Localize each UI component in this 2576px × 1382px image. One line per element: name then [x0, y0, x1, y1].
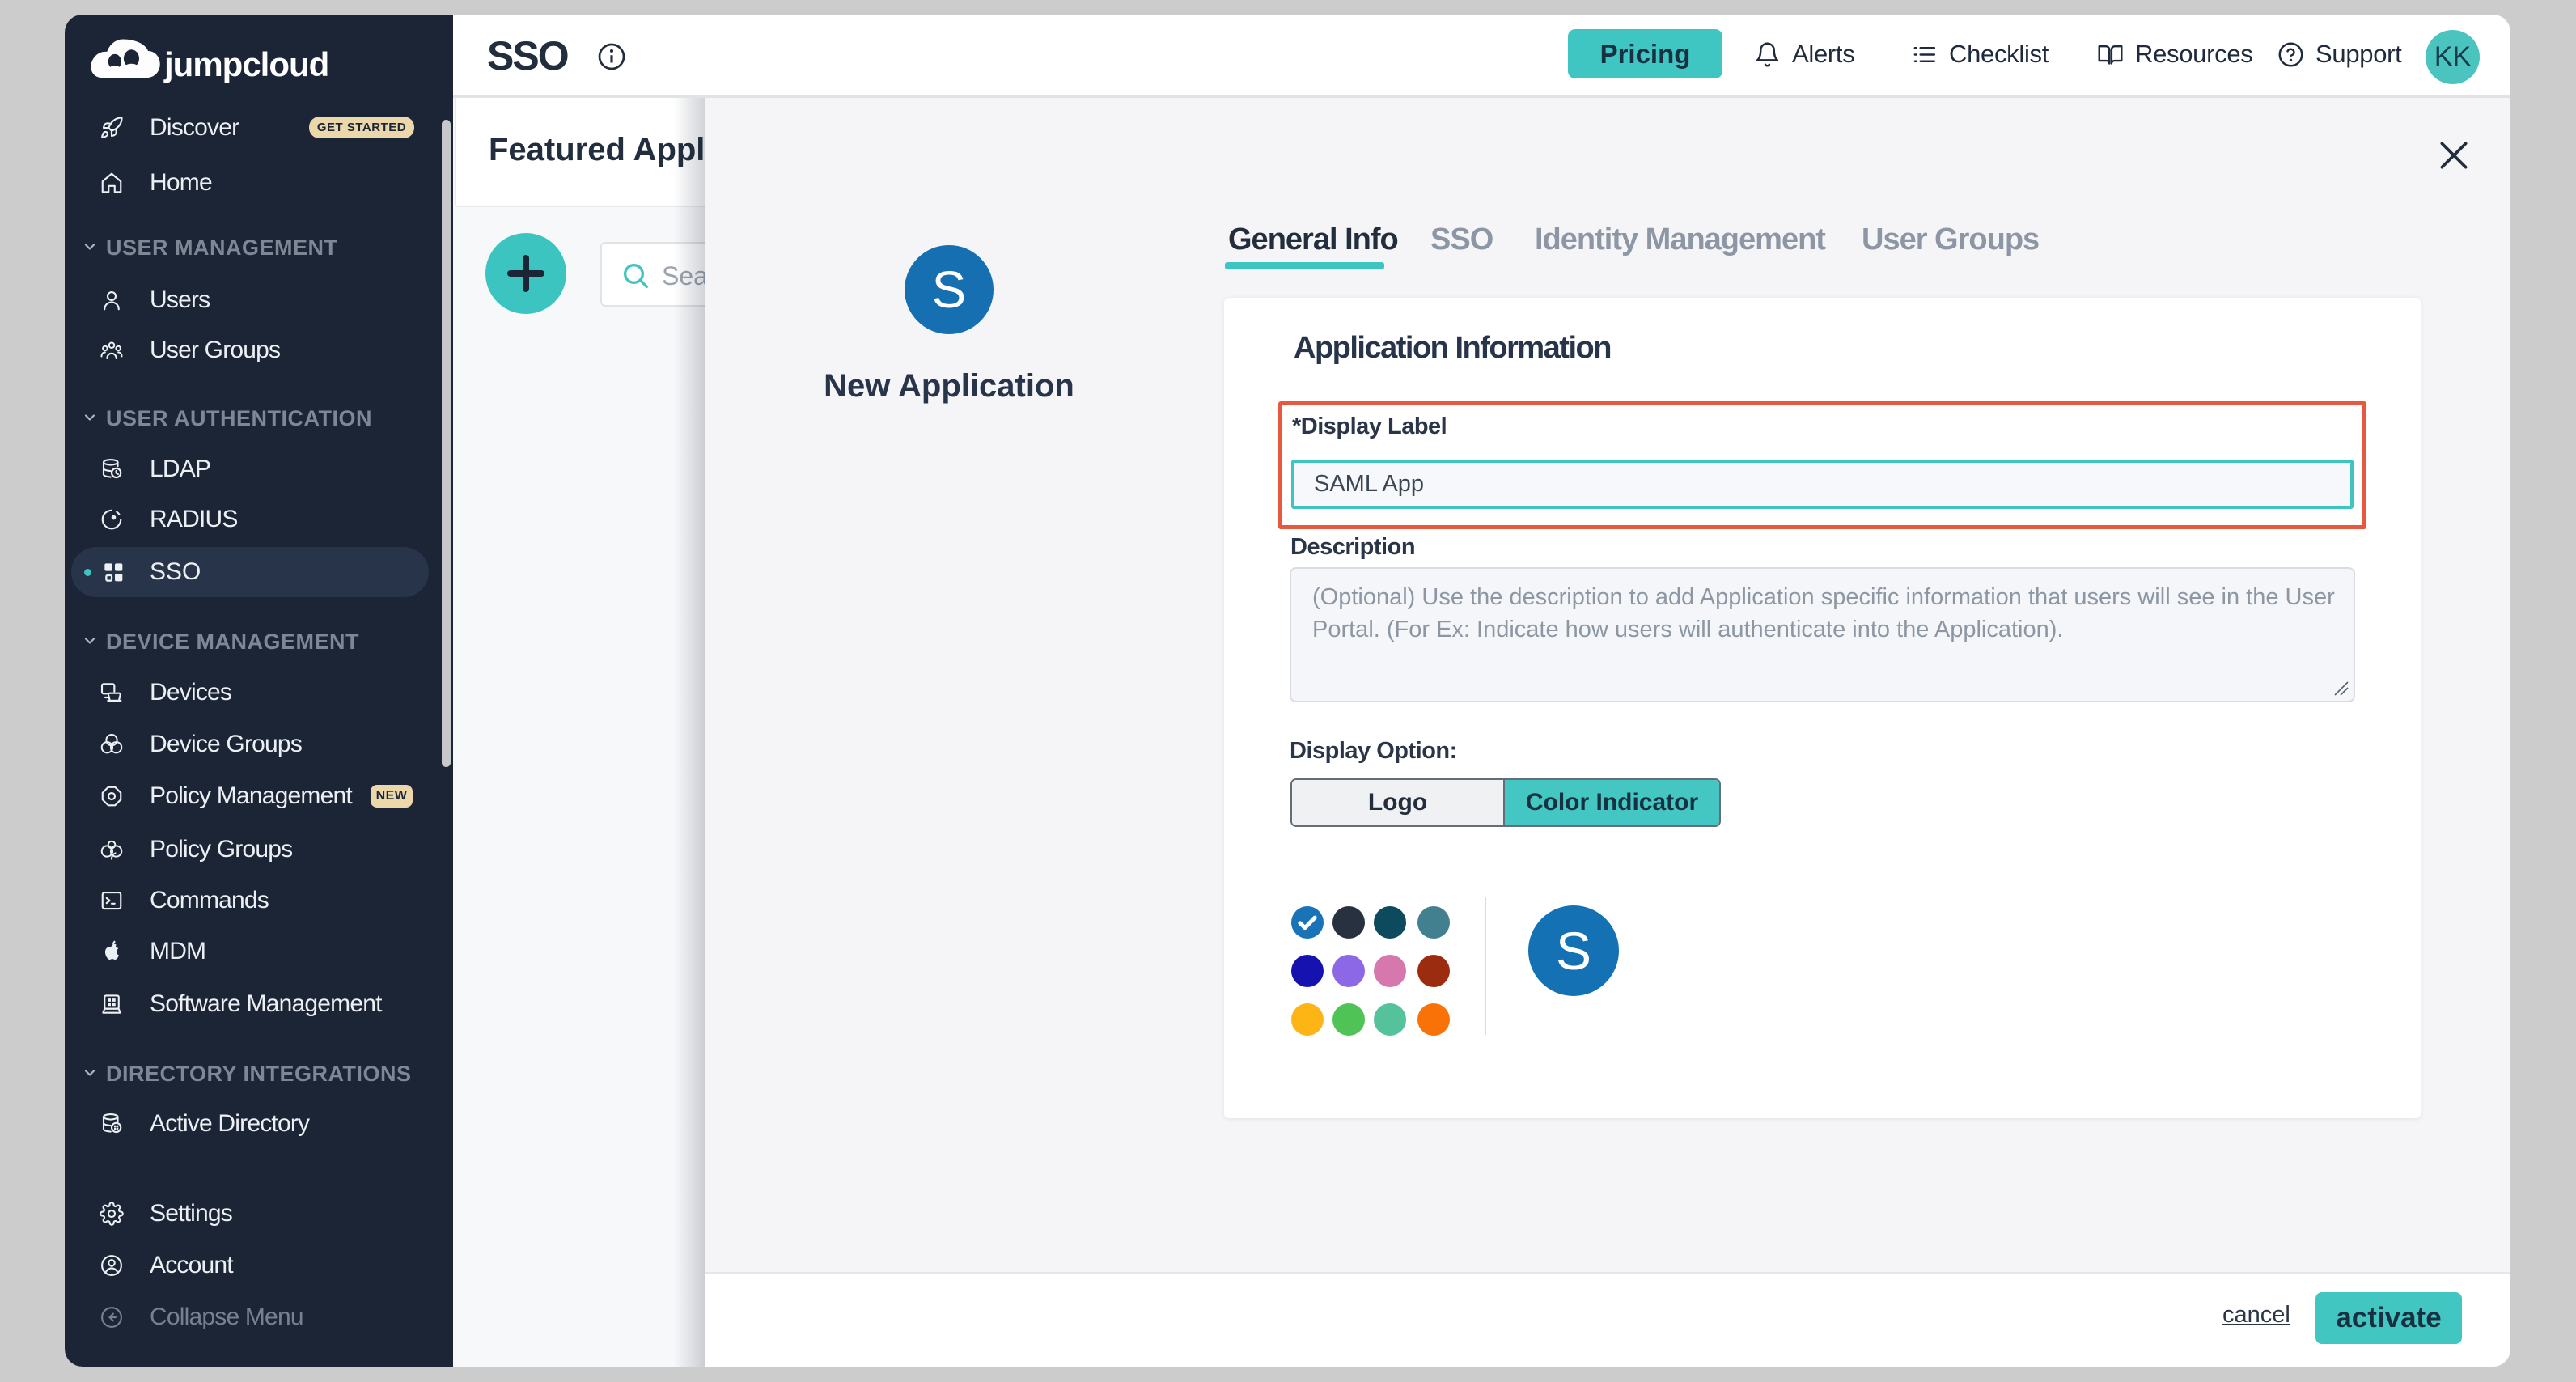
- svg-text:jumpcloud: jumpcloud: [163, 45, 328, 83]
